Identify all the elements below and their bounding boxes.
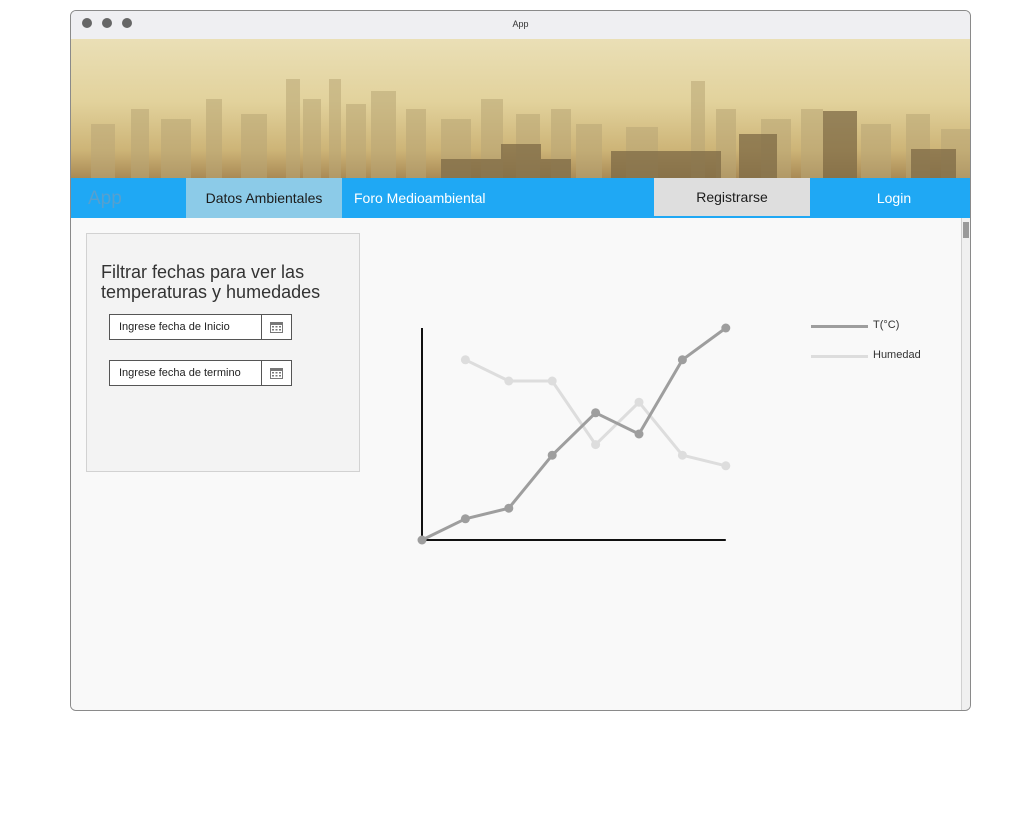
data-point-0-3 [547, 450, 557, 460]
data-point-0-6 [677, 355, 687, 365]
nav-foro-medioambiental[interactable]: Foro Medioambiental [354, 178, 486, 218]
end-calendar-icon[interactable] [261, 361, 291, 385]
filter-title: Filtrar fechas para ver las temperaturas… [101, 262, 321, 302]
vertical-scrollbar[interactable] [961, 218, 970, 710]
register-button[interactable]: Registrarse [654, 178, 810, 216]
data-point-0-5 [634, 429, 644, 439]
data-point-0-4 [591, 408, 601, 418]
navbar: App Datos Ambientales Foro Medioambienta… [71, 178, 970, 218]
start-calendar-icon[interactable] [261, 315, 291, 339]
brand-logo[interactable]: App [88, 188, 122, 210]
nav-datos-ambientales[interactable]: Datos Ambientales [186, 178, 342, 218]
end-date-placeholder: Ingrese fecha de termino [119, 367, 241, 379]
title-bar: App [71, 11, 970, 40]
data-point-1-0 [460, 355, 470, 365]
scrollbar-thumb[interactable] [963, 222, 969, 238]
legend-line-temperature [811, 325, 868, 328]
end-date-field[interactable]: Ingrese fecha de termino [109, 360, 292, 386]
date-filter-panel: Filtrar fechas para ver las temperaturas… [86, 233, 360, 472]
app-window: App App Datos Ambientales Foro Medioambi… [70, 10, 971, 711]
data-point-0-1 [460, 514, 470, 524]
legend-label-temperature: T(°C) [873, 319, 900, 331]
data-point-0-2 [504, 503, 514, 513]
data-point-1-1 [504, 376, 514, 386]
city-banner-image [71, 39, 970, 178]
data-point-0-0 [417, 535, 427, 545]
temperature-humidity-chart [417, 323, 731, 545]
legend-line-humidity [811, 355, 868, 358]
data-point-1-4 [634, 397, 644, 407]
data-point-1-5 [677, 450, 687, 460]
start-date-field[interactable]: Ingrese fecha de Inicio [109, 314, 292, 340]
data-point-0-7 [721, 323, 731, 333]
data-point-1-2 [547, 376, 557, 386]
window-title: App [512, 19, 529, 29]
login-link[interactable]: Login [861, 178, 927, 218]
start-date-placeholder: Ingrese fecha de Inicio [119, 321, 230, 333]
data-point-1-6 [721, 461, 731, 471]
data-point-1-3 [591, 440, 601, 450]
legend-label-humidity: Humedad [873, 349, 921, 361]
